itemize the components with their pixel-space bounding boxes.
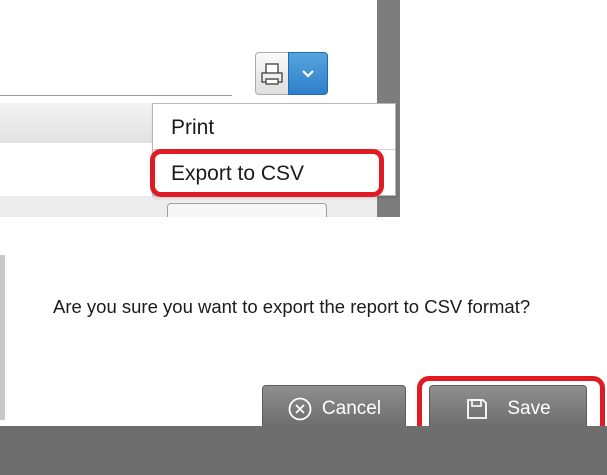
circle-x-icon <box>288 397 312 420</box>
dialog-left-edge <box>0 255 5 420</box>
partially-hidden-button[interactable] <box>167 203 327 217</box>
dialog-footer-bar <box>0 426 607 475</box>
toolbar-divider <box>0 95 232 96</box>
toolbar-background-bar <box>0 103 160 143</box>
export-dropdown-button[interactable] <box>288 52 328 95</box>
print-button[interactable] <box>255 52 289 95</box>
printer-icon <box>261 62 283 85</box>
export-confirm-dialog: Are you sure you want to export the repo… <box>0 255 607 475</box>
cancel-button[interactable]: Cancel <box>262 385 406 432</box>
menu-item-print[interactable]: Print <box>171 116 214 140</box>
chevron-down-icon <box>302 69 314 78</box>
cancel-label: Cancel <box>321 397 382 419</box>
export-csv-highlight <box>150 149 384 197</box>
dialog-message: Are you sure you want to export the repo… <box>53 296 531 317</box>
toolbar-panel: Print Export to CSV <box>0 0 400 217</box>
